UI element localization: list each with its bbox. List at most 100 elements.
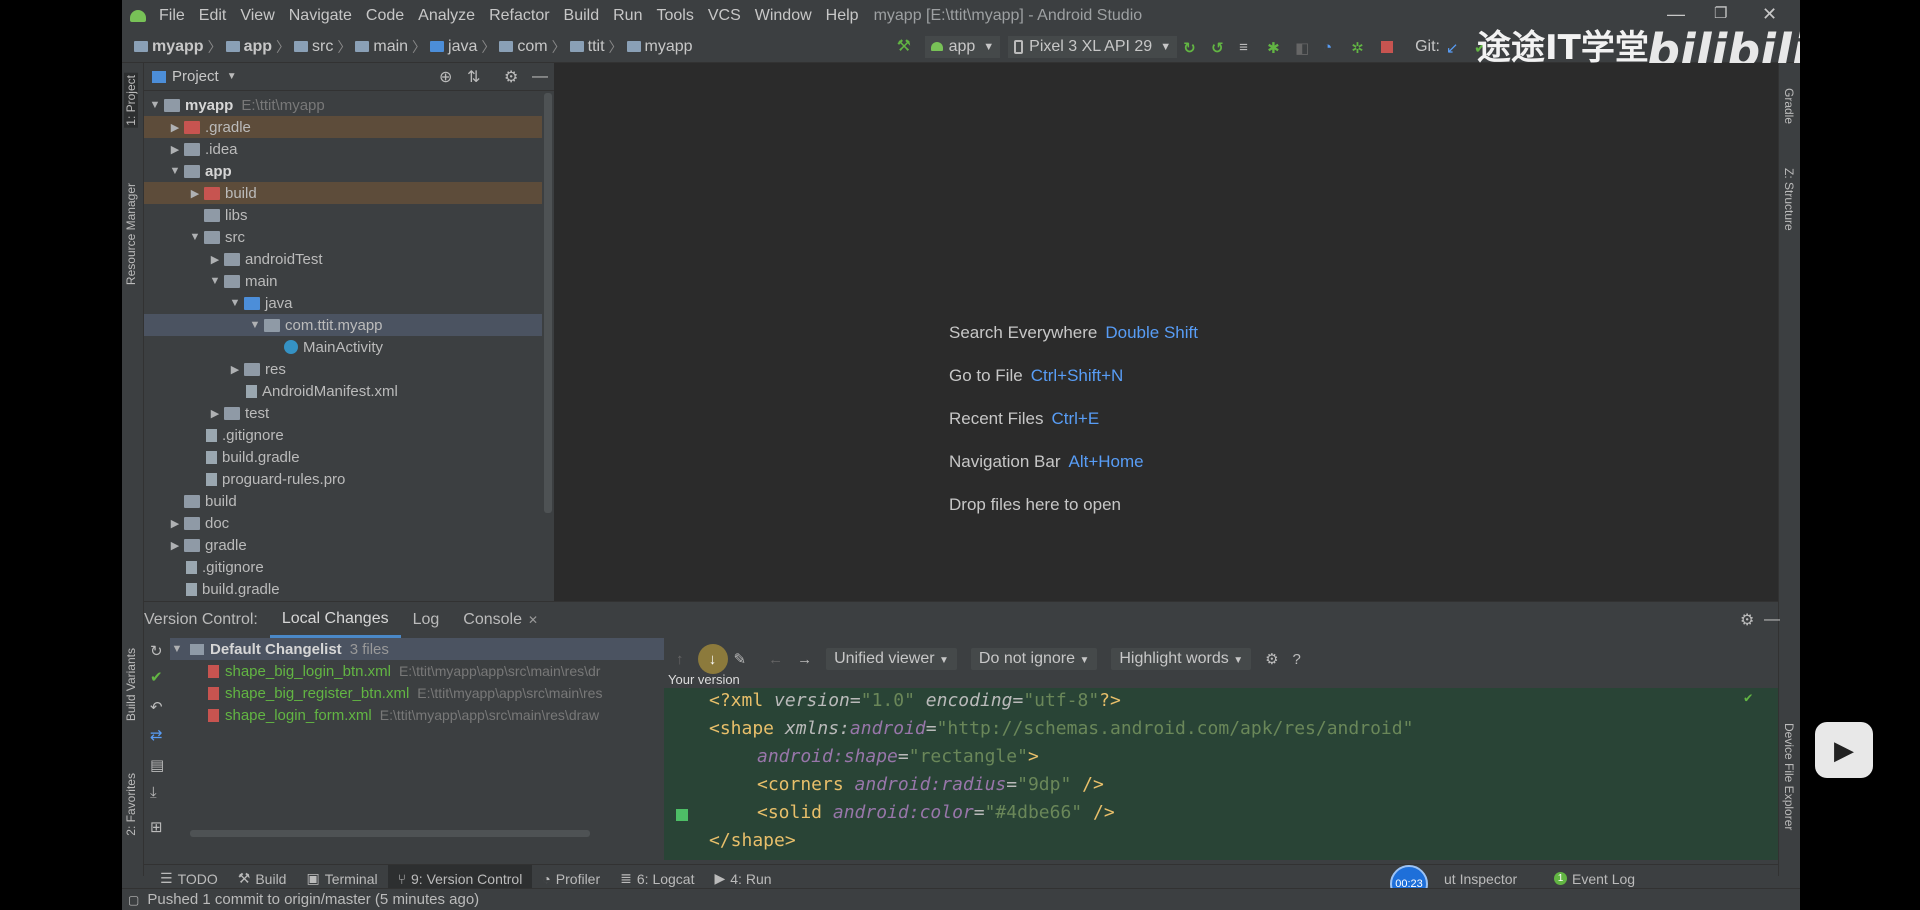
tree-item[interactable]: build — [144, 490, 542, 512]
shelve-icon[interactable]: ⤓ — [150, 784, 157, 801]
menu-edit[interactable]: Edit — [192, 7, 234, 25]
menu-code[interactable]: Code — [359, 7, 411, 25]
menu-file[interactable]: File — [152, 7, 192, 25]
collapse-all-icon[interactable]: ⇅ — [467, 67, 480, 87]
tree-item[interactable]: proguard-rules.pro — [144, 468, 542, 490]
stop-icon[interactable] — [1379, 39, 1395, 55]
apply-changes-restart-icon[interactable]: ↻ — [1183, 39, 1199, 57]
tree-item[interactable]: build.gradle — [144, 446, 542, 468]
menu-view[interactable]: View — [233, 7, 281, 25]
changelist-icon[interactable]: ▤ — [150, 756, 164, 774]
tree-item[interactable]: ▼ myapp E:\ttit\myapp — [144, 94, 542, 116]
chevron-down-icon[interactable]: ▼ — [227, 71, 237, 82]
project-view-select[interactable]: Project — [172, 68, 219, 85]
device-select[interactable]: Pixel 3 XL API 29 ▼ — [1008, 35, 1178, 58]
close-icon[interactable]: ✕ — [1762, 4, 1777, 25]
tree-item[interactable]: build.gradle — [144, 578, 542, 600]
breadcrumb-com[interactable]: com — [495, 38, 551, 56]
hide-icon[interactable]: — — [532, 68, 548, 86]
breadcrumb-java[interactable]: java — [426, 38, 481, 56]
tree-item[interactable]: AndroidManifest.xml — [144, 380, 542, 402]
tree-item[interactable]: ▶ test — [144, 402, 542, 424]
menu-tools[interactable]: Tools — [649, 7, 700, 25]
chevron-right-icon[interactable]: ▶ — [208, 253, 222, 266]
hide-icon[interactable]: — — [1764, 611, 1780, 629]
tab-resource-manager[interactable]: Resource Manager — [124, 183, 138, 285]
tree-item[interactable]: ▶ res — [144, 358, 542, 380]
breadcrumb-app[interactable]: app — [222, 38, 276, 56]
tab-structure[interactable]: Z: Structure — [1782, 168, 1796, 231]
chevron-down-icon[interactable]: ▼ — [168, 165, 182, 177]
diff-icon[interactable]: ⇄ — [150, 726, 163, 744]
attach-process-icon[interactable]: ✲ — [1351, 39, 1367, 57]
tree-item[interactable]: ▶ .idea — [144, 138, 542, 160]
play-icon[interactable]: ▶ — [1815, 722, 1873, 778]
next-diff-icon[interactable]: ↓ — [697, 644, 728, 674]
changelist-row[interactable]: ▼ Default Changelist 3 files — [170, 638, 664, 660]
ignore-select[interactable]: Do not ignore ▼ — [970, 648, 1098, 670]
tab-favorites[interactable]: 2: Favorites — [124, 773, 138, 836]
tab-device-file-explorer[interactable]: Device File Explorer — [1782, 723, 1796, 830]
tree-item[interactable]: ▶ build — [144, 182, 542, 204]
profile-icon[interactable]: ◔ — [1323, 39, 1339, 56]
tab-gradle[interactable]: Gradle — [1782, 88, 1796, 124]
chevron-right-icon[interactable]: ▶ — [208, 407, 222, 420]
edit-source-icon[interactable]: ✎ — [734, 650, 747, 668]
apply-code-changes-icon[interactable]: ↺ — [1211, 39, 1227, 57]
tree-item[interactable]: ▶ androidTest — [144, 248, 542, 270]
locate-icon[interactable]: ⊕ — [439, 67, 452, 87]
tab-build-variants[interactable]: Build Variants — [124, 648, 138, 721]
run-coverage-icon[interactable]: ≡ — [1239, 39, 1255, 56]
toggle-panels-icon[interactable]: ▢ — [128, 893, 139, 907]
menu-run[interactable]: Run — [606, 7, 649, 25]
highlight-select[interactable]: Highlight words ▼ — [1111, 648, 1252, 670]
git-update-icon[interactable]: ↙ — [1446, 39, 1462, 57]
tree-item[interactable]: ▼ com.ttit.myapp — [144, 314, 542, 336]
tab-local-changes[interactable]: Local Changes — [269, 602, 401, 638]
chevron-down-icon[interactable]: ▼ — [148, 99, 162, 111]
minimize-icon[interactable]: — — [1667, 4, 1685, 25]
breadcrumb-myapp-pkg[interactable]: myapp — [623, 38, 697, 56]
menu-navigate[interactable]: Navigate — [282, 7, 359, 25]
tree-item[interactable]: MainActivity — [144, 336, 542, 358]
menu-refactor[interactable]: Refactor — [482, 7, 556, 25]
menu-help[interactable]: Help — [819, 7, 866, 25]
tab-project[interactable]: 1: Project — [124, 73, 138, 128]
tree-item[interactable]: ▶ doc — [144, 512, 542, 534]
tree-item[interactable]: ▼ app — [144, 160, 542, 182]
breadcrumb-main[interactable]: main — [351, 38, 412, 56]
menu-window[interactable]: Window — [748, 7, 819, 25]
tab-log[interactable]: Log — [401, 602, 452, 638]
debug-icon[interactable]: ✱ — [1267, 39, 1283, 57]
rollback-icon[interactable]: ↶ — [150, 698, 163, 716]
tree-item[interactable]: .gitignore — [144, 424, 542, 446]
horizontal-scrollbar[interactable] — [190, 830, 590, 837]
tab-console[interactable]: Console ✕ — [451, 602, 550, 638]
tree-item[interactable]: ▼ src — [144, 226, 542, 248]
run-config-select[interactable]: app ▼ — [924, 35, 1001, 58]
chevron-down-icon[interactable]: ▼ — [188, 231, 202, 243]
attach-debugger-icon[interactable]: ◧ — [1295, 39, 1311, 57]
breadcrumb-ttit[interactable]: ttit — [566, 38, 609, 56]
close-icon[interactable]: ✕ — [528, 613, 538, 627]
gear-icon[interactable]: ⚙ — [1740, 610, 1754, 630]
tree-item[interactable]: ▼ main — [144, 270, 542, 292]
tree-item[interactable]: ▶ .gradle — [144, 116, 542, 138]
menu-vcs[interactable]: VCS — [701, 7, 748, 25]
chevron-right-icon[interactable]: ▶ — [228, 363, 242, 376]
chevron-right-icon[interactable]: ▶ — [168, 121, 182, 134]
gear-icon[interactable]: ⚙ — [504, 67, 518, 87]
hammer-icon[interactable]: ⚒ — [897, 38, 913, 55]
back-icon[interactable]: ← — [768, 651, 783, 668]
tree-item[interactable]: .gitignore — [144, 556, 542, 578]
viewer-select[interactable]: Unified viewer ▼ — [826, 648, 957, 670]
chevron-down-icon[interactable]: ▼ — [170, 643, 184, 655]
chevron-right-icon[interactable]: ▶ — [188, 187, 202, 200]
forward-icon[interactable]: → — [797, 651, 812, 668]
chevron-right-icon[interactable]: ▶ — [168, 539, 182, 552]
menu-build[interactable]: Build — [557, 7, 607, 25]
tree-item[interactable]: ▶ gradle — [144, 534, 542, 556]
chevron-right-icon[interactable]: ▶ — [168, 143, 182, 156]
chevron-right-icon[interactable]: ▶ — [168, 517, 182, 530]
menu-analyze[interactable]: Analyze — [411, 7, 482, 25]
